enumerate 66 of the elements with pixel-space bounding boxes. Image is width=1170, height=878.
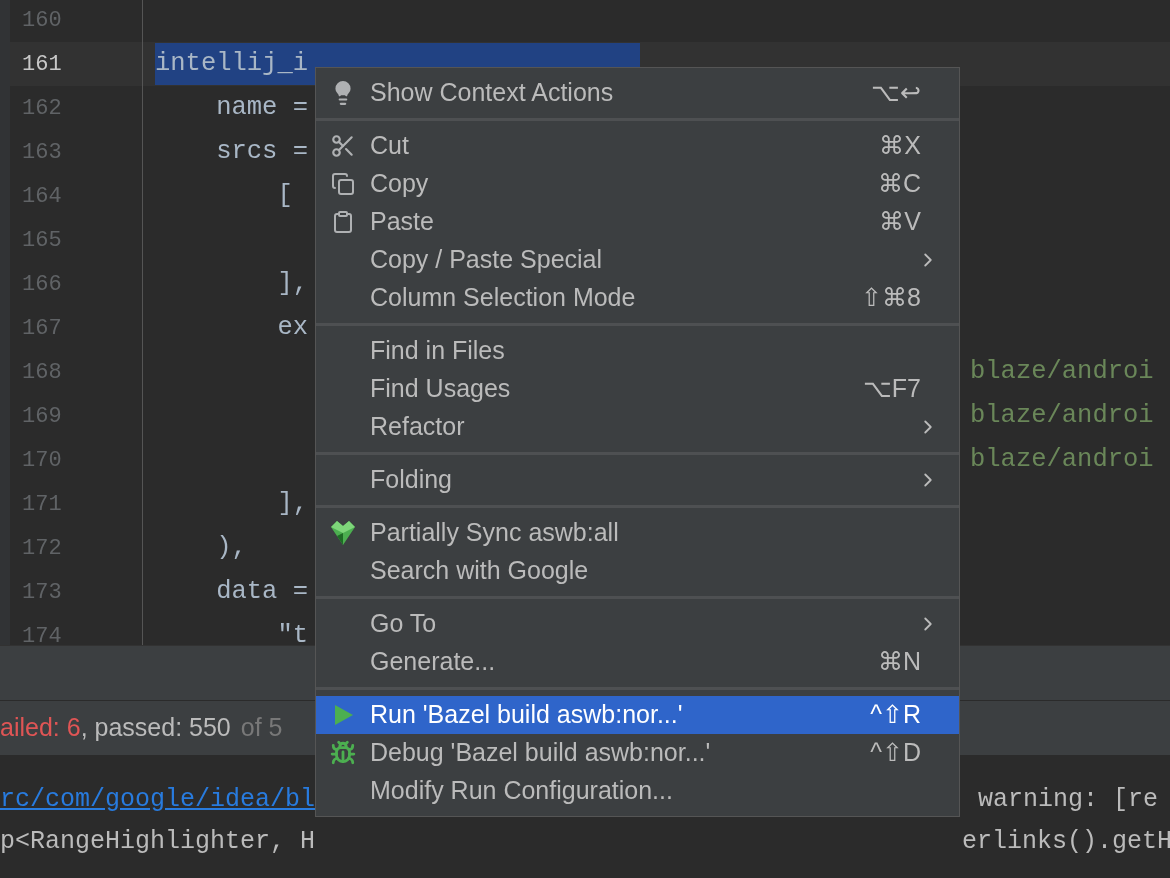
- menu-item[interactable]: Find Usages ⌥F7: [316, 370, 959, 408]
- menu-item[interactable]: Column Selection Mode ⇧⌘8: [316, 279, 959, 317]
- menu-item[interactable]: Partially Sync aswb:all: [316, 514, 959, 552]
- line-number: 161: [22, 50, 62, 79]
- shortcut-label: ⌘X: [879, 130, 921, 162]
- shortcut-label: ^⇧D: [870, 737, 921, 769]
- shortcut-label: ⌥F7: [862, 373, 921, 405]
- gem-icon: [329, 519, 357, 547]
- line-number: 174: [22, 622, 62, 645]
- console-line: p<RangeHighlighter, H: [0, 826, 316, 859]
- console-line: warning: [re: [978, 784, 1159, 817]
- line-number: 171: [22, 490, 62, 519]
- menu-item[interactable]: Copy / Paste Special: [316, 241, 959, 279]
- menu-item[interactable]: Generate... ⌘N: [316, 643, 959, 681]
- menu-item[interactable]: Refactor: [316, 408, 959, 446]
- test-status-text: , passed: 550: [80, 712, 231, 744]
- bug-icon: [330, 740, 356, 766]
- line-number: 165: [22, 226, 62, 255]
- line-number: 163: [22, 138, 62, 167]
- test-status-text: ailed: 6: [0, 712, 81, 744]
- code-string: blaze/androi: [970, 443, 1154, 476]
- line-number: 160: [22, 6, 62, 35]
- menu-item[interactable]: Paste ⌘V: [316, 203, 959, 241]
- code-line: srcs =: [215, 136, 309, 168]
- console-link[interactable]: rc/com/google/idea/bl: [0, 781, 316, 819]
- shortcut-label: ⌘V: [879, 206, 921, 238]
- menu-item[interactable]: Find in Files: [316, 332, 959, 370]
- scissors-icon: [330, 133, 356, 159]
- shortcut-label: ⇧⌘8: [861, 282, 921, 314]
- line-number: 166: [22, 270, 62, 299]
- menu-item[interactable]: Run 'Bazel build aswb:nor...' ^⇧R: [316, 696, 959, 734]
- menu-item[interactable]: Folding: [316, 461, 959, 499]
- shortcut-label: ⌘C: [877, 168, 921, 200]
- line-number: 164: [22, 182, 62, 211]
- line-number: 169: [22, 402, 62, 431]
- line-number: 167: [22, 314, 62, 343]
- copy-icon: [331, 172, 355, 196]
- code-line: [: [276, 180, 293, 212]
- menu-item[interactable]: Modify Run Configuration...: [316, 772, 959, 810]
- clipboard-icon: [331, 210, 355, 234]
- code-line: ],: [276, 488, 309, 520]
- line-number: 168: [22, 358, 62, 387]
- code-line: name =: [215, 92, 309, 124]
- line-number: 162: [22, 94, 62, 123]
- code-string: blaze/androi: [970, 355, 1154, 388]
- shortcut-label: ^⇧R: [870, 699, 921, 731]
- menu-item[interactable]: Copy ⌘C: [316, 165, 959, 203]
- test-status-text: of 5: [240, 712, 283, 744]
- shortcut-label: ⌘N: [877, 646, 921, 678]
- menu-item[interactable]: Debug 'Bazel build aswb:nor...' ^⇧D: [316, 734, 959, 772]
- shortcut-label: ⌥↩: [871, 77, 921, 109]
- line-number: 170: [22, 446, 62, 475]
- code-line: ),: [215, 532, 247, 564]
- console-line: erlinks().getH: [962, 826, 1170, 859]
- code-line: ex: [276, 312, 309, 344]
- line-number: 173: [22, 578, 62, 607]
- code-line: intellij_i: [155, 48, 309, 80]
- menu-item[interactable]: Cut ⌘X: [316, 127, 959, 165]
- code-line: ],: [276, 268, 309, 300]
- code-line: "t: [276, 620, 309, 645]
- menu-item[interactable]: Go To: [316, 605, 959, 643]
- code-line: data =: [215, 576, 309, 608]
- menu-item[interactable]: Search with Google: [316, 552, 959, 590]
- code-string: blaze/androi: [970, 399, 1154, 432]
- menu-item[interactable]: Show Context Actions ⌥↩: [316, 74, 959, 112]
- line-number: 172: [22, 534, 62, 563]
